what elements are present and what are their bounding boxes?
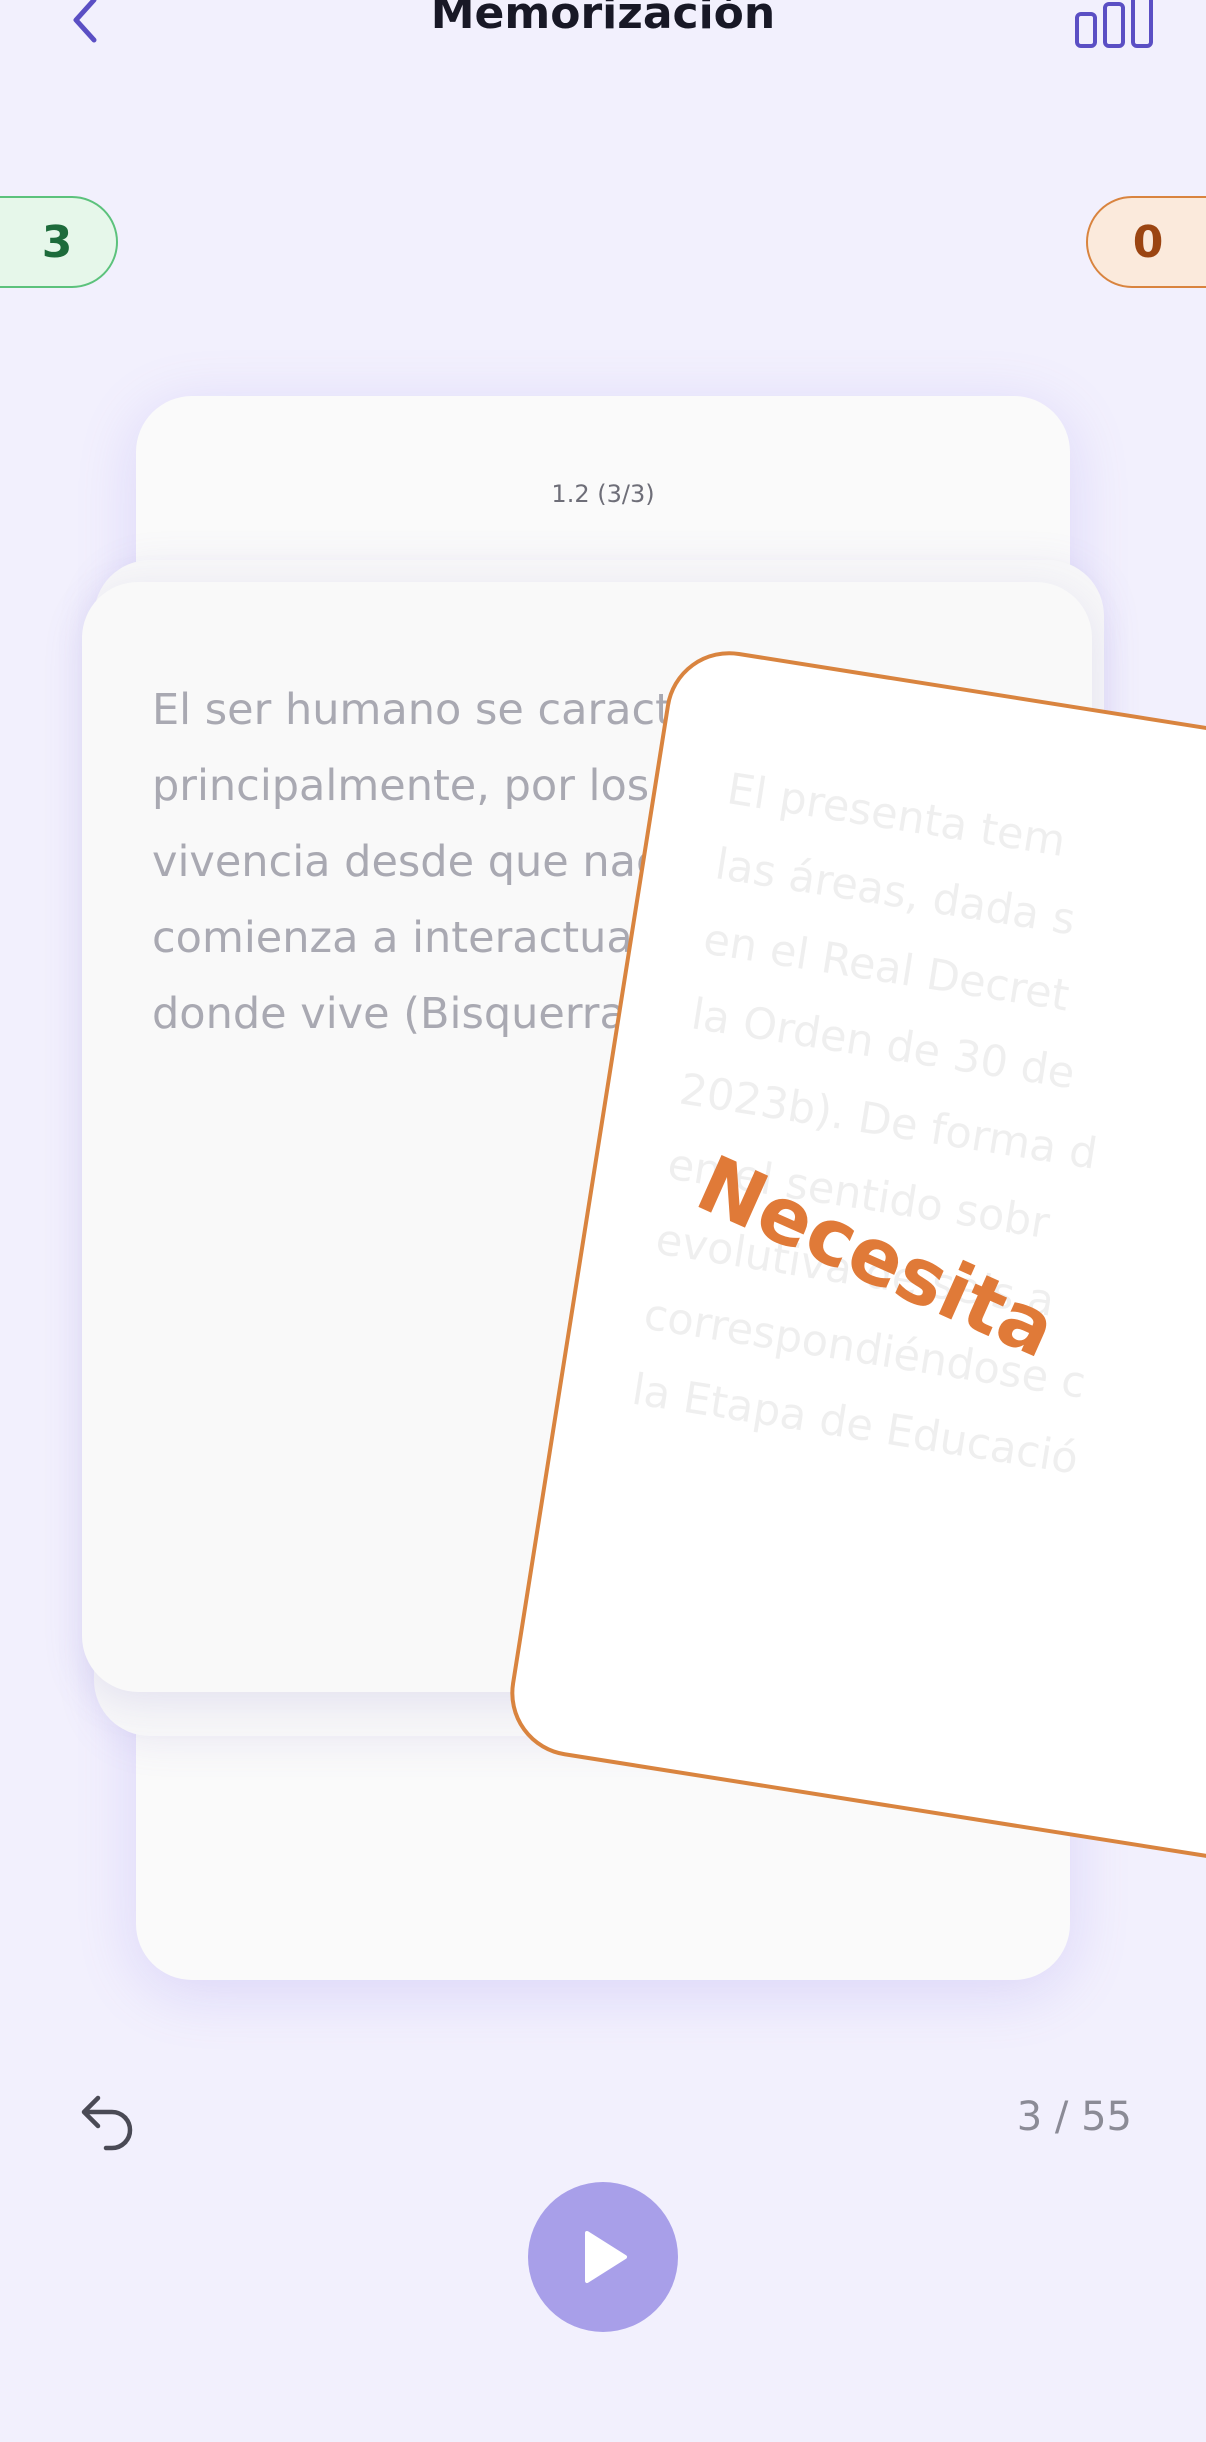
top-bar: Memorización [0, 0, 1206, 60]
statistics-button[interactable] [1074, 0, 1156, 52]
unknown-count-badge: 0 [1086, 196, 1206, 288]
card-progress: 3 / 55 [1016, 2094, 1132, 2140]
undo-icon [81, 2095, 133, 2151]
undo-button[interactable] [76, 2090, 140, 2154]
known-count-badge: 3 [0, 196, 118, 288]
play-icon [585, 2231, 627, 2283]
bar-chart-icon [1075, 0, 1153, 48]
play-button[interactable] [528, 2182, 678, 2332]
page-title: Memorización [430, 0, 776, 39]
card-reference: 1.2 (3/3) [551, 480, 655, 508]
